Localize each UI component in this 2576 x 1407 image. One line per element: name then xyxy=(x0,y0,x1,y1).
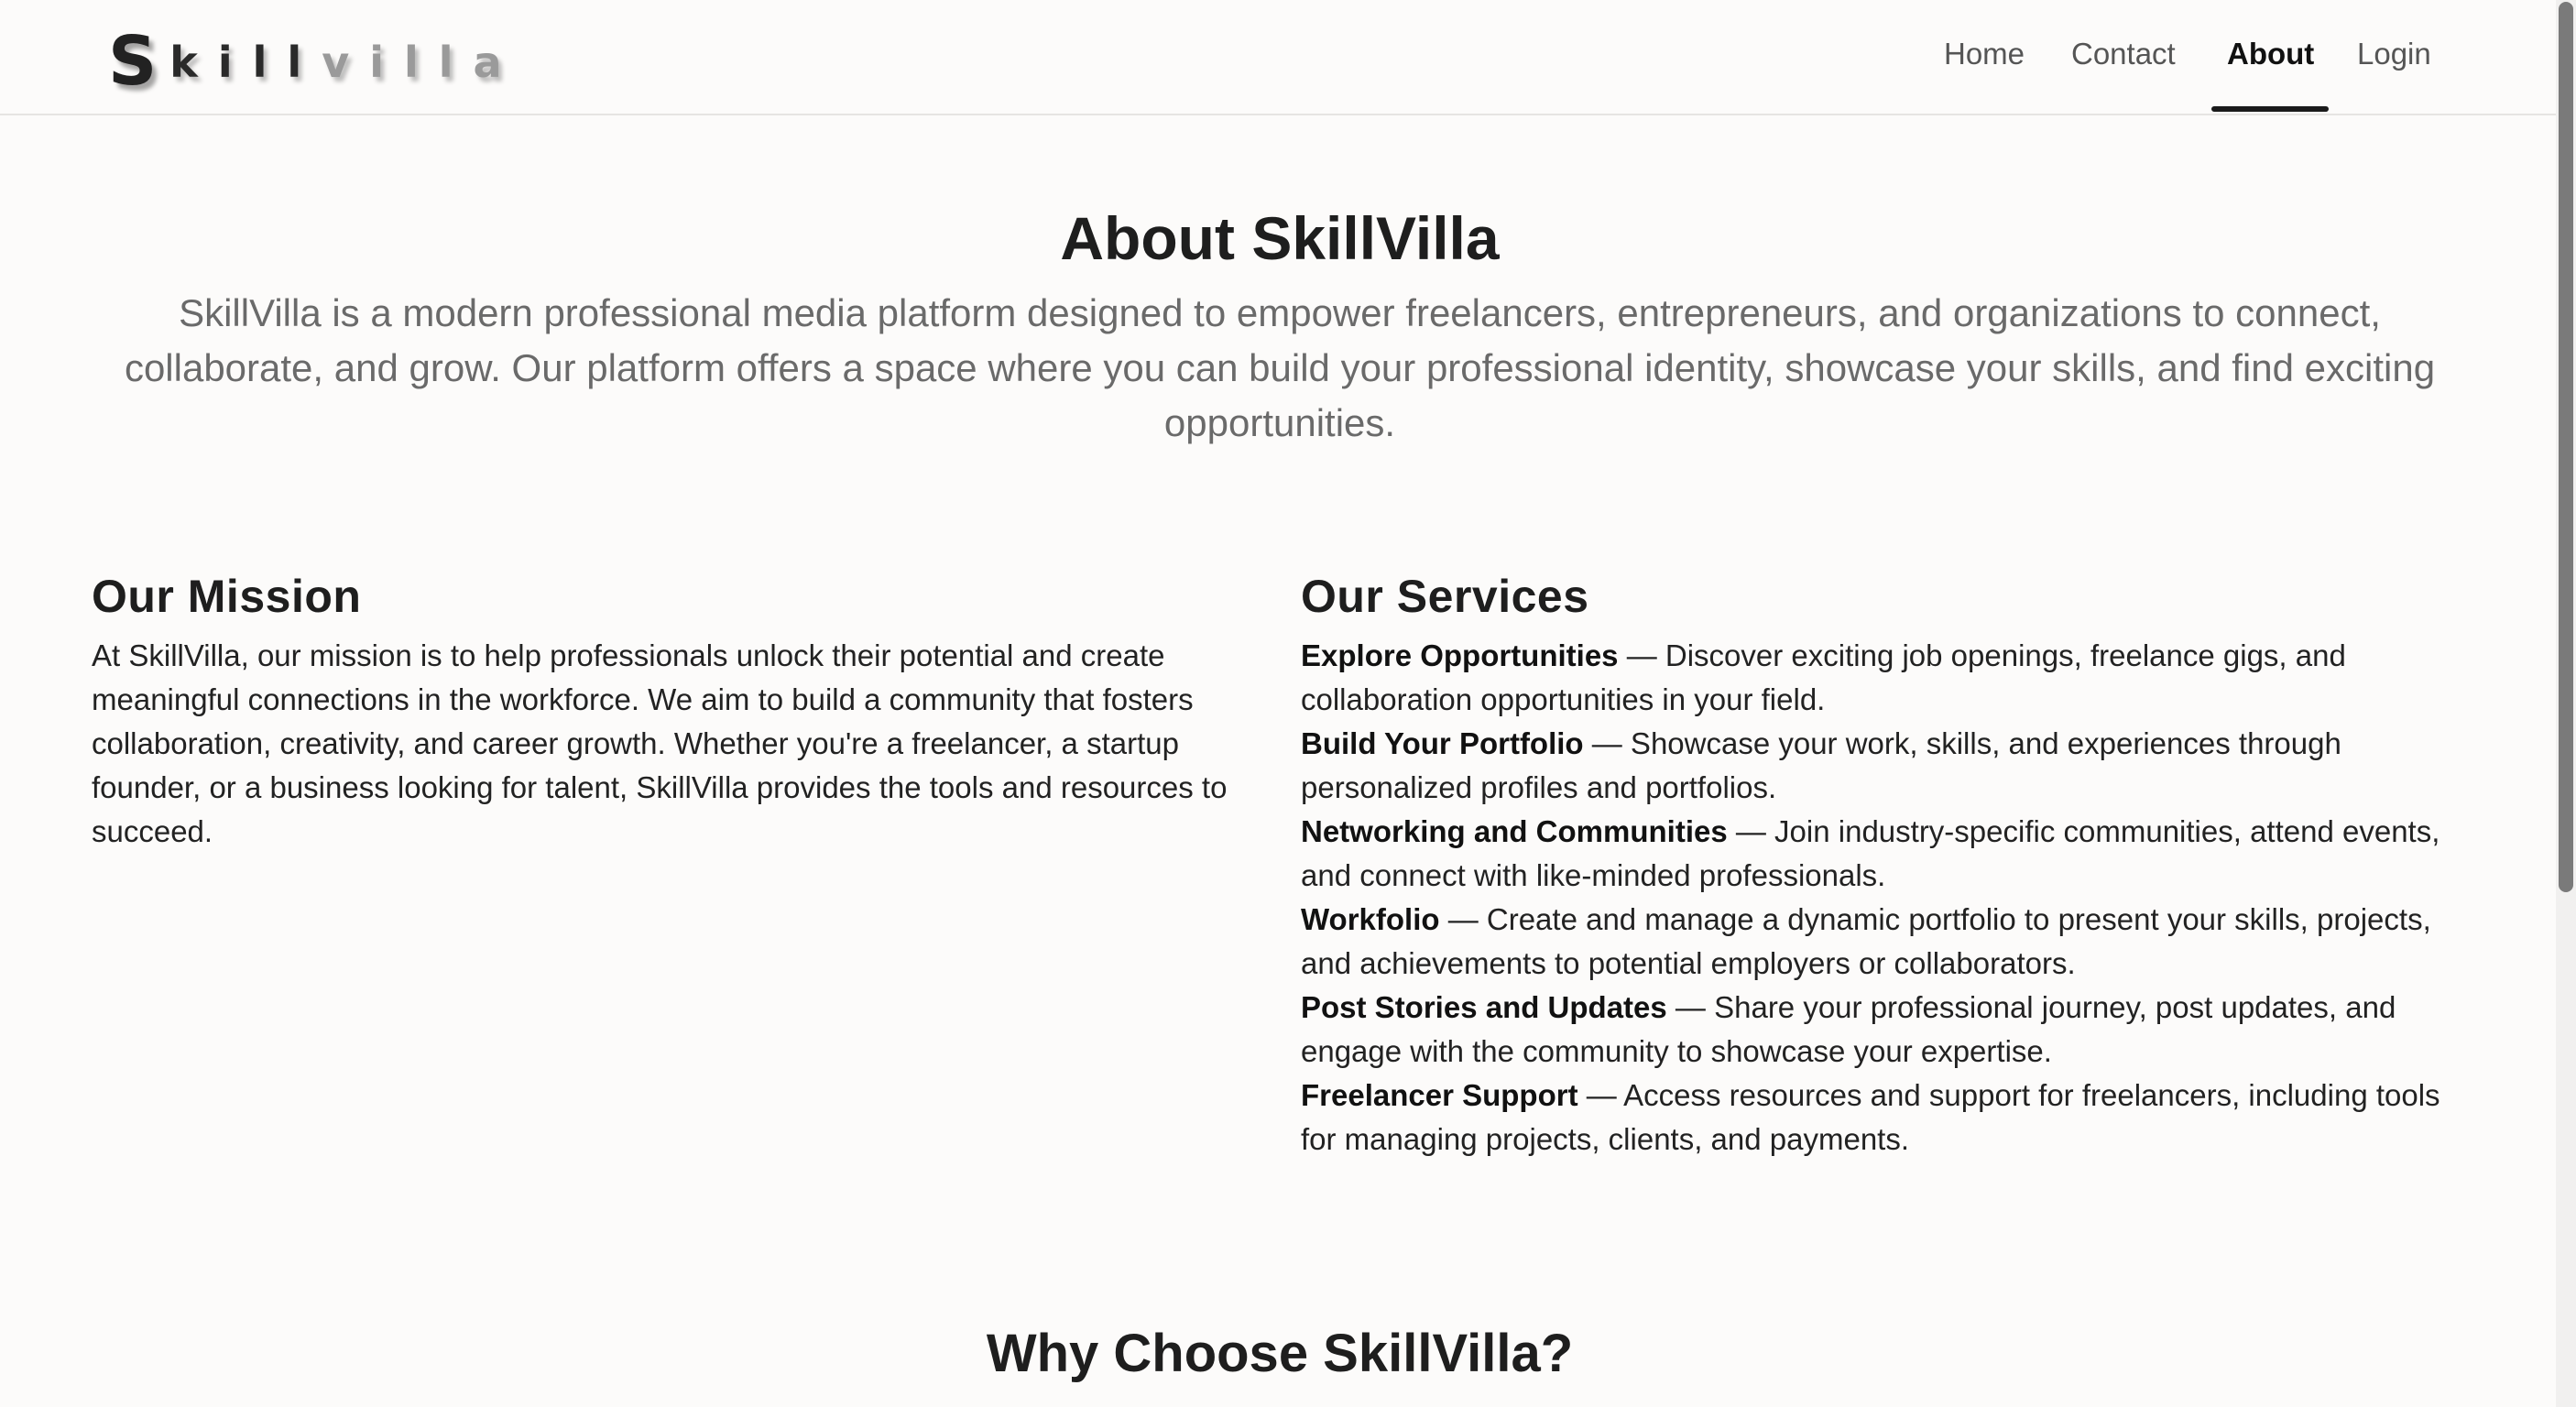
service-item: Workfolio — Create and manage a dynamic … xyxy=(1301,898,2483,986)
service-name: Freelancer Support xyxy=(1301,1078,1578,1112)
service-item: Freelancer Support — Access resources an… xyxy=(1301,1074,2483,1162)
main-nav: Home Contact About Login xyxy=(0,27,2556,112)
service-name: Build Your Portfolio xyxy=(1301,726,1584,760)
mission-text: At SkillVilla, our mission is to help pr… xyxy=(92,638,1228,848)
nav-link-contact[interactable]: Contact xyxy=(2071,27,2176,92)
service-name: Post Stories and Updates xyxy=(1301,990,1667,1024)
page-scrollbar[interactable] xyxy=(2556,0,2576,1407)
why-choose-heading: Why Choose SkillVilla? xyxy=(986,1324,1574,1383)
about-page: S killvilla Home Contact About Login Abo… xyxy=(0,0,2576,1407)
nav-link-about[interactable]: About xyxy=(2227,27,2314,92)
services-section: Our Services Explore Opportunities — Dis… xyxy=(1301,566,2483,1162)
active-nav-indicator xyxy=(2211,106,2329,112)
mission-heading: Our Mission xyxy=(92,571,362,622)
scrollbar-thumb[interactable] xyxy=(2559,2,2573,892)
service-name: Workfolio xyxy=(1301,902,1440,936)
service-name: Networking and Communities xyxy=(1301,814,1728,848)
nav-link-login[interactable]: Login xyxy=(2357,27,2431,92)
service-item: Post Stories and Updates — Share your pr… xyxy=(1301,986,2483,1074)
service-item: Explore Opportunities — Discover excitin… xyxy=(1301,634,2483,722)
service-item: Build Your Portfolio — Showcase your wor… xyxy=(1301,722,2483,810)
services-heading: Our Services xyxy=(1301,571,1589,622)
service-item: Networking and Communities — Join indust… xyxy=(1301,810,2483,898)
mission-section: Our Mission At SkillVilla, our mission i… xyxy=(92,566,1250,854)
service-name: Explore Opportunities xyxy=(1301,638,1619,672)
page-title: About SkillVilla xyxy=(1060,204,1500,272)
service-description: — Create and manage a dynamic portfolio … xyxy=(1301,902,2431,980)
services-list: Explore Opportunities — Discover excitin… xyxy=(1301,634,2483,1162)
nav-link-home[interactable]: Home xyxy=(1944,27,2025,92)
top-navbar: S killvilla Home Contact About Login xyxy=(0,0,2556,115)
intro-paragraph: SkillVilla is a modern professional medi… xyxy=(124,291,2436,444)
